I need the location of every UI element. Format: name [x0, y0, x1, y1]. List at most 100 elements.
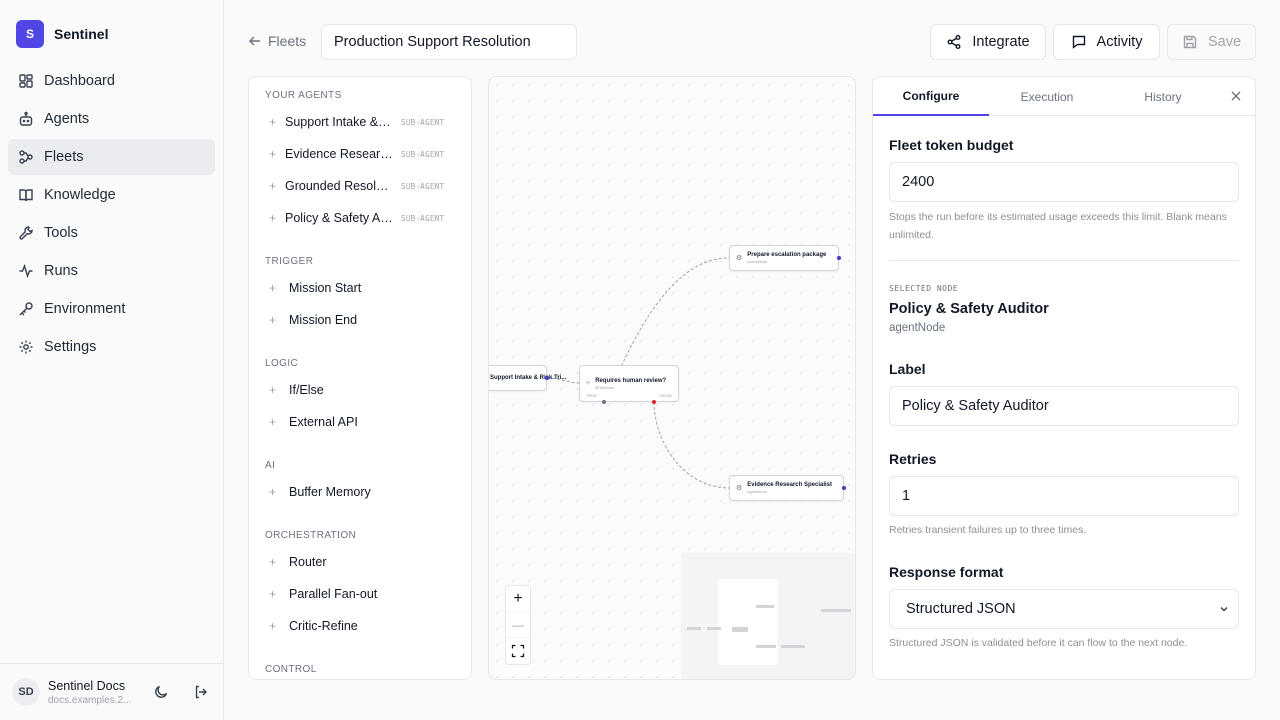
save-button[interactable]: Save	[1167, 24, 1256, 60]
nav-item-dashboard[interactable]: Dashboard	[8, 63, 215, 99]
retries-help: Retries transient failures up to three t…	[889, 524, 1087, 536]
zoom-controls: + —	[505, 585, 531, 665]
port-intake-out	[545, 376, 549, 380]
plus-icon: +	[269, 211, 277, 225]
theme-toggle-button[interactable]	[148, 679, 174, 705]
flow-canvas[interactable]: Support Intake & Risk Tri... ⑂ Requires …	[488, 76, 856, 680]
tab-execution[interactable]: Execution	[989, 77, 1105, 116]
palette-item-if-else[interactable]: + If/Else	[249, 374, 471, 406]
panel-tabs: Configure Execution History	[873, 77, 1255, 116]
plus-icon: +	[269, 555, 277, 569]
palette-item-mission-end[interactable]: + Mission End	[249, 304, 471, 336]
nav-item-runs[interactable]: Runs	[8, 253, 215, 289]
node-label-input[interactable]	[889, 386, 1239, 426]
nav-label: Knowledge	[44, 187, 116, 203]
fit-view-button[interactable]	[506, 638, 530, 664]
app-logo: S	[16, 20, 44, 48]
close-icon[interactable]	[1229, 89, 1243, 103]
integrate-button[interactable]: Integrate	[930, 24, 1046, 60]
tab-history[interactable]: History	[1105, 77, 1221, 116]
nav-item-environment[interactable]: Environment	[8, 291, 215, 327]
plus-icon: +	[269, 415, 277, 429]
tab-configure[interactable]: Configure	[873, 77, 989, 116]
response-format-value: Structured JSON	[906, 601, 1016, 617]
minimap[interactable]	[681, 553, 855, 679]
workflow-icon	[19, 150, 33, 164]
palette-agent-item[interactable]: + Support Intake & Risk Triage SUB-AGENT	[249, 106, 471, 138]
palette-agent-item[interactable]: + Grounded Resolution Writer SUB-AGENT	[249, 170, 471, 202]
message-square-icon	[1072, 35, 1085, 49]
plus-icon: +	[269, 485, 277, 499]
palette-item-external-api[interactable]: + External API	[249, 406, 471, 438]
user-footer: SD Sentinel Docs docs.examples.2...	[0, 663, 223, 720]
share-icon	[947, 35, 961, 49]
nav-item-settings[interactable]: Settings	[8, 329, 215, 365]
palette-item-critic-refine[interactable]: + Critic-Refine	[249, 610, 471, 642]
nav-label: Dashboard	[44, 73, 115, 89]
sub-agent-badge: SUB-AGENT	[401, 149, 445, 159]
zoom-out-button[interactable]: —	[506, 612, 530, 638]
palette-item-buffer-memory[interactable]: + Buffer Memory	[249, 476, 471, 508]
palette-agent-item[interactable]: + Evidence Research Specialist SUB-AGENT	[249, 138, 471, 170]
sub-agent-badge: SUB-AGENT	[401, 213, 445, 223]
palette-item-label: Critic-Refine	[289, 619, 358, 633]
plus-icon: +	[269, 383, 277, 397]
port-false	[652, 400, 656, 404]
save-icon	[1183, 35, 1197, 49]
plus-icon: +	[269, 179, 277, 193]
user-info: Sentinel Docs docs.examples.2...	[48, 679, 134, 706]
palette-item-label: Mission Start	[289, 281, 362, 295]
palette-agent-item[interactable]: + Policy & Safety Auditor SUB-AGENT	[249, 202, 471, 234]
response-format-label: Response format	[889, 564, 1004, 580]
palette-item-label: If/Else	[289, 383, 324, 397]
logout-button[interactable]	[188, 679, 214, 705]
arrow-left-icon	[249, 36, 260, 46]
palette-item-parallel-fan-out[interactable]: + Parallel Fan-out	[249, 578, 471, 610]
key-icon	[19, 302, 33, 316]
save-label: Save	[1207, 34, 1242, 50]
palette-item-label: Mission End	[289, 313, 358, 327]
nav-label: Settings	[44, 339, 97, 355]
palette-section-title: YOUR AGENTS	[265, 90, 342, 101]
back-to-fleets-link[interactable]: Fleets	[248, 33, 306, 49]
palette-section-title: ORCHESTRATION	[265, 530, 357, 541]
nav-label: Tools	[44, 225, 78, 241]
token-budget-input[interactable]	[889, 162, 1239, 202]
avatar[interactable]: SD	[12, 678, 40, 706]
selected-node-type: agentNode	[889, 322, 946, 334]
palette-section-title: TRIGGER	[265, 256, 314, 267]
activity-icon	[19, 263, 33, 279]
format-help: Structured JSON is validated before it c…	[889, 637, 1188, 649]
minimap-viewport	[718, 579, 778, 665]
fit-view-icon	[511, 644, 525, 658]
palette-section-title: AI	[265, 460, 276, 471]
palette-item-router[interactable]: + Router	[249, 546, 471, 578]
fleet-name-input[interactable]	[321, 24, 577, 60]
chevron-down-icon	[1220, 607, 1228, 612]
palette-item-mission-start[interactable]: + Mission Start	[249, 272, 471, 304]
zoom-in-button[interactable]: +	[506, 586, 530, 612]
response-format-select[interactable]: Structured JSON	[889, 589, 1239, 629]
budget-label: Fleet token budget	[889, 137, 1014, 153]
label-field-label: Label	[889, 361, 926, 377]
palette-section-title: CONTROL	[265, 664, 317, 675]
app-name: Sentinel	[54, 26, 109, 42]
minimap-node	[781, 645, 805, 648]
agent-name: Grounded Resolution Writer	[285, 179, 393, 193]
nav-item-fleets[interactable]: Fleets	[8, 139, 215, 175]
bot-icon	[19, 111, 33, 126]
nav-item-agents[interactable]: Agents	[8, 101, 215, 137]
sub-agent-badge: SUB-AGENT	[401, 117, 445, 127]
minimap-node	[707, 627, 721, 630]
nav-item-tools[interactable]: Tools	[8, 215, 215, 251]
node-palette: YOUR AGENTS + Support Intake & Risk Tria…	[248, 76, 472, 680]
brand[interactable]: S Sentinel	[16, 20, 108, 48]
nav-item-knowledge[interactable]: Knowledge	[8, 177, 215, 213]
port-evidence-out	[842, 486, 846, 490]
retries-input[interactable]	[889, 476, 1239, 516]
sidebar: S Sentinel Dashboard Agents Fleets Knowl…	[0, 0, 224, 720]
activity-button[interactable]: Activity	[1053, 24, 1160, 60]
selected-node-name: Policy & Safety Auditor	[889, 301, 1049, 317]
minimap-node	[732, 627, 748, 632]
agent-name: Policy & Safety Auditor	[285, 211, 393, 225]
